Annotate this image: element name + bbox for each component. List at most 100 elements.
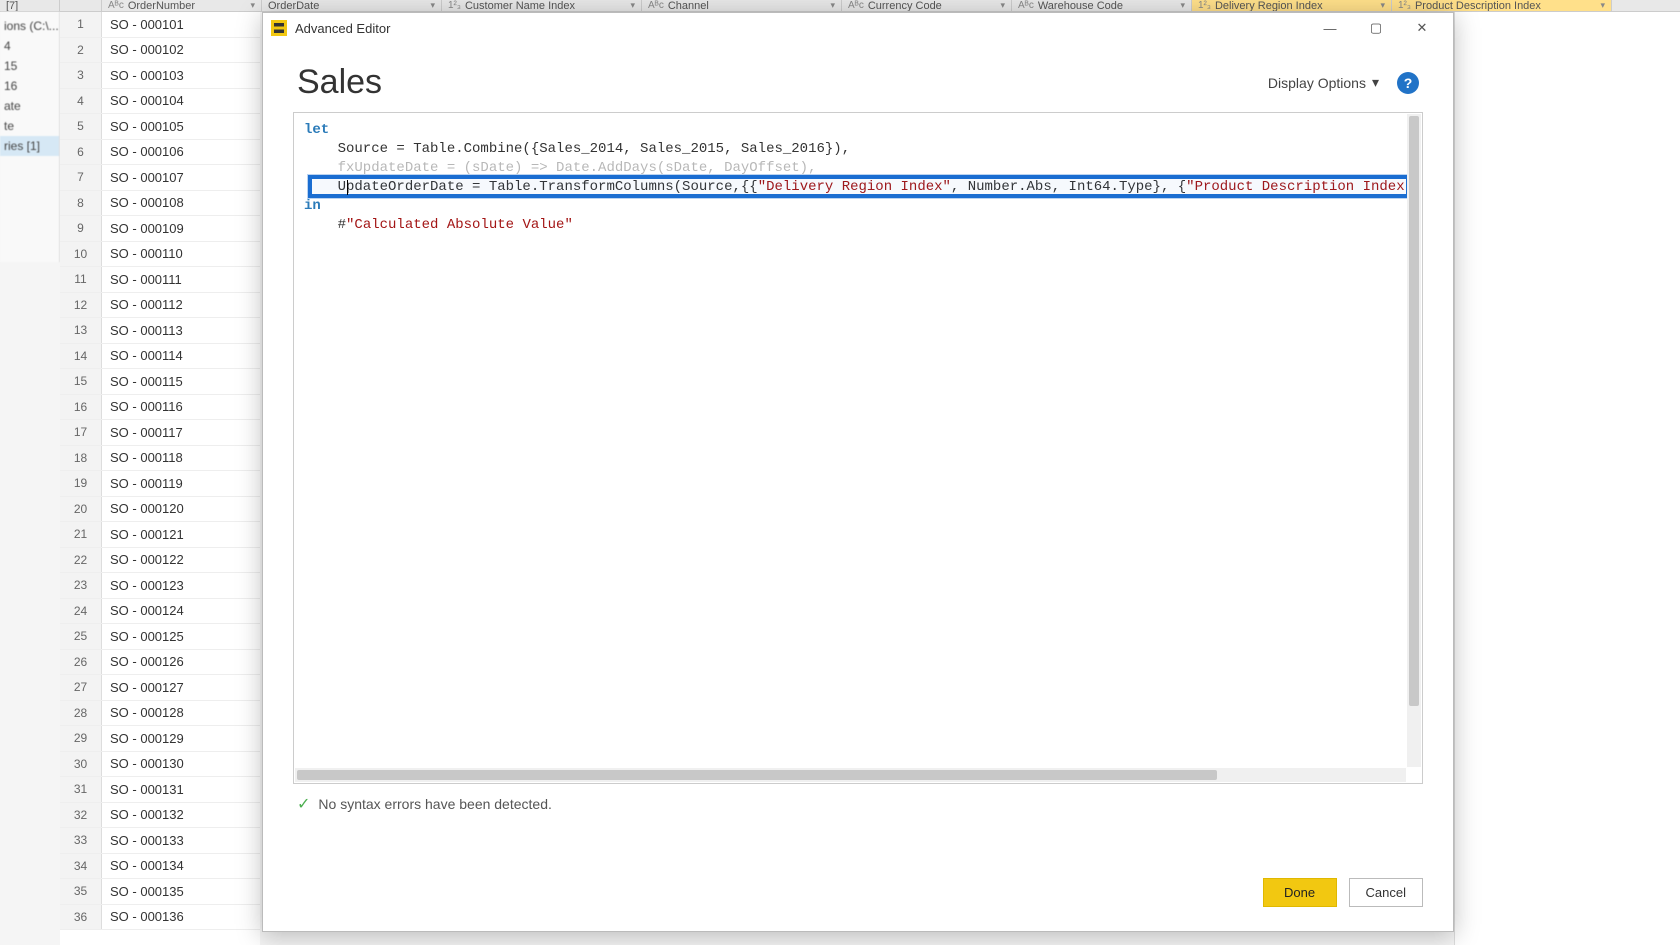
table-row[interactable]: 16SO - 000116 — [60, 395, 260, 421]
table-row[interactable]: 30SO - 000130 — [60, 752, 260, 778]
column-header[interactable]: 1²₃Customer Name Index▾ — [442, 0, 642, 11]
column-label: Customer Name Index — [465, 0, 575, 11]
table-row[interactable]: 3SO - 000103 — [60, 63, 260, 89]
scrollbar-thumb[interactable] — [1409, 116, 1419, 706]
table-row[interactable]: 9SO - 000109 — [60, 216, 260, 242]
queries-pane-item[interactable]: 15 — [0, 56, 59, 76]
chevron-down-icon[interactable]: ▾ — [250, 0, 255, 11]
table-row[interactable]: 12SO - 000112 — [60, 293, 260, 319]
row-number: 13 — [60, 318, 102, 343]
table-row[interactable]: 29SO - 000129 — [60, 726, 260, 752]
cell-value: SO - 000106 — [102, 144, 184, 159]
maximize-button[interactable]: ▢ — [1353, 14, 1399, 42]
close-button[interactable]: ✕ — [1399, 14, 1445, 42]
table-row[interactable]: 35SO - 000135 — [60, 879, 260, 905]
table-row[interactable]: 15SO - 000115 — [60, 369, 260, 395]
table-row[interactable]: 32SO - 000132 — [60, 803, 260, 829]
row-number: 2 — [60, 38, 102, 63]
row-number: 4 — [60, 89, 102, 114]
cell-value: SO - 000134 — [102, 858, 184, 873]
table-row[interactable]: 27SO - 000127 — [60, 675, 260, 701]
column-label: Warehouse Code — [1038, 0, 1123, 11]
queries-pane-item[interactable]: 4 — [0, 36, 59, 56]
table-row[interactable]: 14SO - 000114 — [60, 344, 260, 370]
column-header[interactable]: OrderDate▾ — [262, 0, 442, 11]
row-number: 9 — [60, 216, 102, 241]
chevron-down-icon[interactable]: ▾ — [1180, 0, 1185, 11]
table-row[interactable]: 4SO - 000104 — [60, 89, 260, 115]
table-row[interactable]: 31SO - 000131 — [60, 777, 260, 803]
queries-pane-item[interactable]: ions (C:\... — [0, 16, 59, 36]
chevron-down-icon[interactable]: ▾ — [1380, 0, 1385, 11]
code-keyword-let: let — [304, 122, 329, 138]
table-row[interactable]: 26SO - 000126 — [60, 650, 260, 676]
chevron-down-icon[interactable]: ▾ — [430, 0, 435, 11]
cell-value: SO - 000125 — [102, 629, 184, 644]
table-row[interactable]: 7SO - 000107 — [60, 165, 260, 191]
column-header[interactable]: Aᴮc Warehouse Code ▾ — [1012, 0, 1192, 11]
table-row[interactable]: 28SO - 000128 — [60, 701, 260, 727]
table-row[interactable]: 19SO - 000119 — [60, 471, 260, 497]
column-header[interactable]: 1²₃Product Description Index▾ — [1392, 0, 1612, 11]
table-row[interactable]: 5SO - 000105 — [60, 114, 260, 140]
display-options-dropdown[interactable]: Display Options ▾ — [1268, 74, 1379, 91]
code-content[interactable]: let Source = Table.Combine({Sales_2014, … — [294, 113, 1423, 243]
column-type-icon: 1²₃ — [1198, 0, 1211, 11]
editor-horizontal-scrollbar[interactable] — [295, 768, 1406, 782]
table-row[interactable]: 33SO - 000133 — [60, 828, 260, 854]
code-string-delivery: "Delivery Region Index" — [758, 179, 951, 195]
chevron-down-icon[interactable]: ▾ — [1600, 0, 1605, 11]
queries-pane-item[interactable]: ries [1] — [0, 136, 59, 156]
table-row[interactable]: 10SO - 000110 — [60, 242, 260, 268]
table-row[interactable]: 22SO - 000122 — [60, 548, 260, 574]
minimize-button[interactable]: — — [1307, 14, 1353, 42]
row-number: 32 — [60, 803, 102, 828]
column-label: Product Description Index — [1415, 0, 1541, 11]
column-header[interactable]: AᴮcChannel▾ — [642, 0, 842, 11]
column-headers: [7] AᴮcOrderNumber▾OrderDate▾ 1²₃ Customer … — [0, 0, 1680, 12]
column-header[interactable] — [60, 0, 102, 11]
column-type-icon: Aᴮc — [1018, 0, 1034, 11]
table-row[interactable]: 8SO - 000108 — [60, 191, 260, 217]
cancel-button[interactable]: Cancel — [1349, 878, 1423, 907]
queries-pane-item[interactable]: te — [0, 116, 59, 136]
advanced-editor-dialog: Advanced Editor — ▢ ✕ Sales Display Opti… — [262, 12, 1454, 932]
row-number: 20 — [60, 497, 102, 522]
table-row[interactable]: 2SO - 000102 — [60, 38, 260, 64]
table-row[interactable]: 1SO - 000101 — [60, 12, 260, 38]
row-number: 8 — [60, 191, 102, 216]
table-row[interactable]: 24SO - 000124 — [60, 599, 260, 625]
display-options-label: Display Options — [1268, 75, 1366, 91]
chevron-down-icon[interactable]: ▾ — [1000, 0, 1005, 11]
code-line-source: Source = Table.Combine({Sales_2014, Sale… — [304, 141, 850, 157]
cell-value: SO - 000133 — [102, 833, 184, 848]
table-row[interactable]: 34SO - 000134 — [60, 854, 260, 880]
table-row[interactable]: 25SO - 000125 — [60, 624, 260, 650]
table-row[interactable]: 18SO - 000118 — [60, 446, 260, 472]
editor-vertical-scrollbar[interactable] — [1407, 114, 1421, 767]
column-header[interactable]: [7] — [0, 0, 60, 11]
table-row[interactable]: 11SO - 000111 — [60, 267, 260, 293]
column-header[interactable]: 1²₃Delivery Region Index▾ — [1192, 0, 1392, 11]
done-button[interactable]: Done — [1263, 878, 1337, 907]
column-header[interactable]: AᴮcOrderNumber▾ — [102, 0, 262, 11]
cell-value: SO - 000102 — [102, 42, 184, 57]
queries-pane-item[interactable]: ate — [0, 96, 59, 116]
table-row[interactable]: 20SO - 000120 — [60, 497, 260, 523]
column-header[interactable]: AᴮcCurrency Code▾ — [842, 0, 1012, 11]
code-editor[interactable]: let Source = Table.Combine({Sales_2014, … — [293, 112, 1423, 784]
chevron-down-icon[interactable]: ▾ — [630, 0, 635, 11]
row-number: 18 — [60, 446, 102, 471]
chevron-down-icon[interactable]: ▾ — [830, 0, 835, 11]
table-row[interactable]: 17SO - 000117 — [60, 420, 260, 446]
table-row[interactable]: 13SO - 000113 — [60, 318, 260, 344]
scrollbar-thumb[interactable] — [297, 770, 1217, 780]
column-type-icon: Aᴮc — [108, 0, 124, 11]
table-row[interactable]: 36SO - 000136 — [60, 905, 260, 931]
queries-pane-item[interactable]: 16 — [0, 76, 59, 96]
table-row[interactable]: 23SO - 000123 — [60, 573, 260, 599]
column-label: [7] — [6, 0, 18, 11]
help-icon[interactable]: ? — [1397, 72, 1419, 94]
table-row[interactable]: 6SO - 000106 — [60, 140, 260, 166]
table-row[interactable]: 21SO - 000121 — [60, 522, 260, 548]
